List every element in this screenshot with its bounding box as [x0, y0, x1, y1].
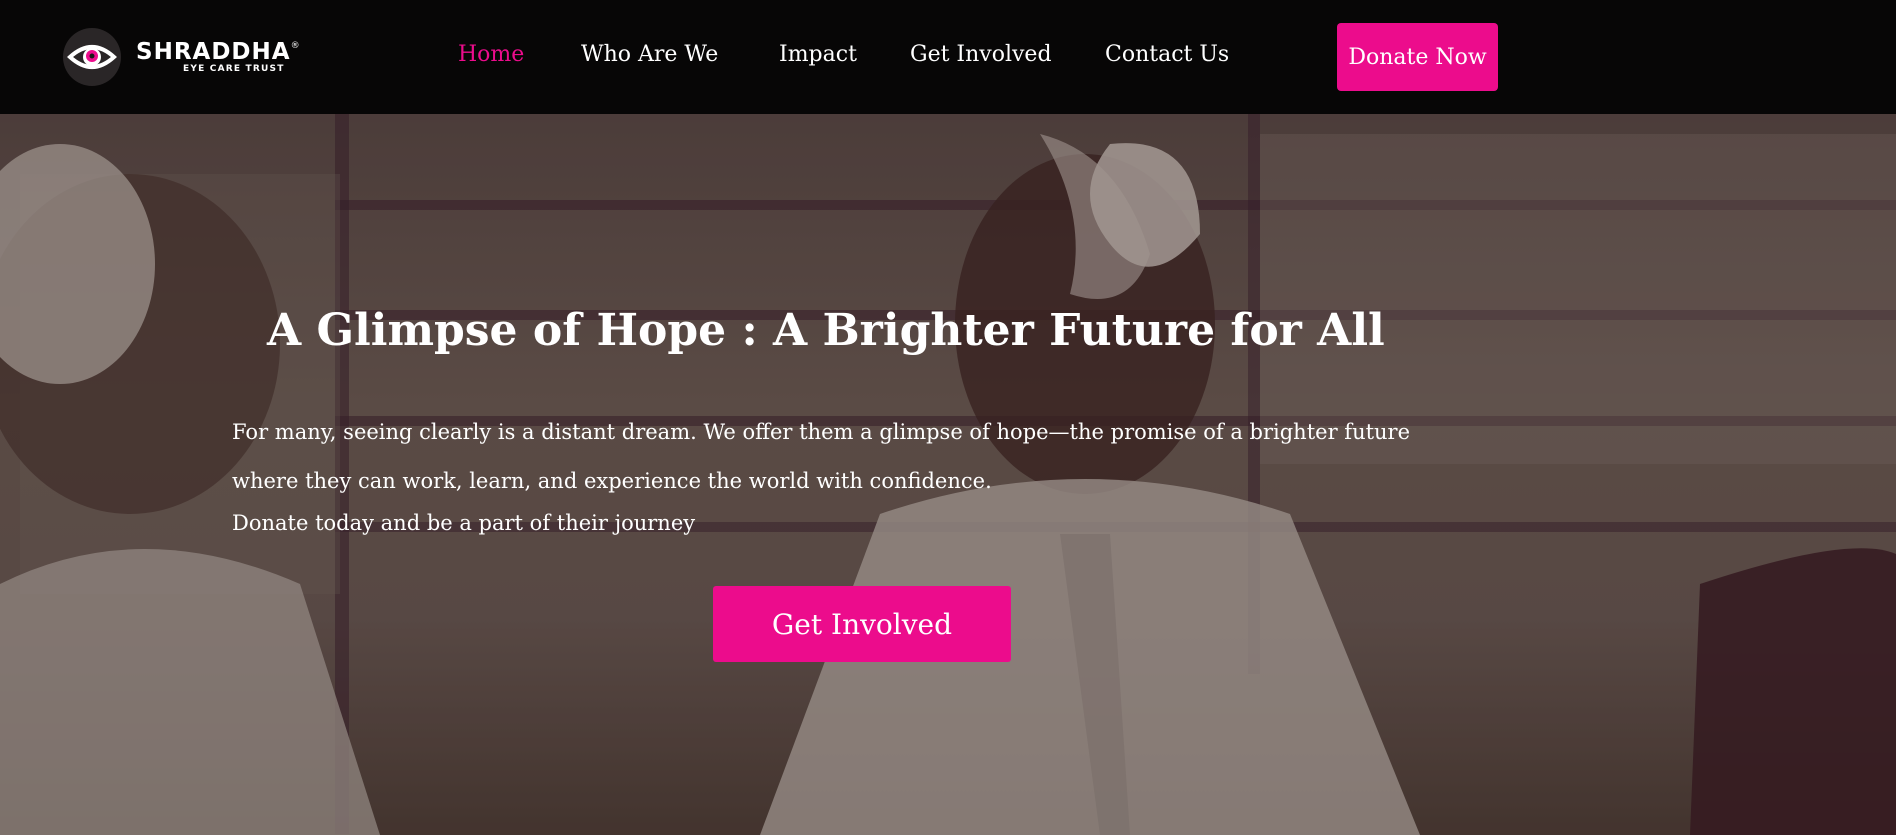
hero-call-to-donate: Donate today and be a part of their jour… — [232, 511, 696, 535]
donate-now-button[interactable]: Donate Now — [1337, 23, 1498, 91]
hero-description: For many, seeing clearly is a distant dr… — [232, 408, 1472, 548]
nav-item-impact[interactable]: Impact — [779, 40, 857, 70]
get-involved-button[interactable]: Get Involved — [713, 586, 1011, 662]
hero-description-line: For many, seeing clearly is a distant dr… — [232, 420, 1411, 444]
nav-item-get-involved[interactable]: Get Involved — [910, 40, 1052, 70]
top-navbar: SHRADDHA ® EYE CARE TRUST Home Who Are We… — [0, 0, 1896, 114]
hero-section: A Glimpse of Hope : A Brighter Future fo… — [0, 114, 1896, 835]
nav-item-home[interactable]: Home — [458, 40, 524, 70]
hero-title: A Glimpse of Hope : A Brighter Future fo… — [267, 305, 1385, 356]
main-nav: Home Who Are We Impact Get Involved Cont… — [0, 0, 1896, 114]
nav-item-who-are-we[interactable]: Who Are We — [581, 40, 718, 70]
nav-item-contact-us[interactable]: Contact Us — [1105, 40, 1229, 70]
